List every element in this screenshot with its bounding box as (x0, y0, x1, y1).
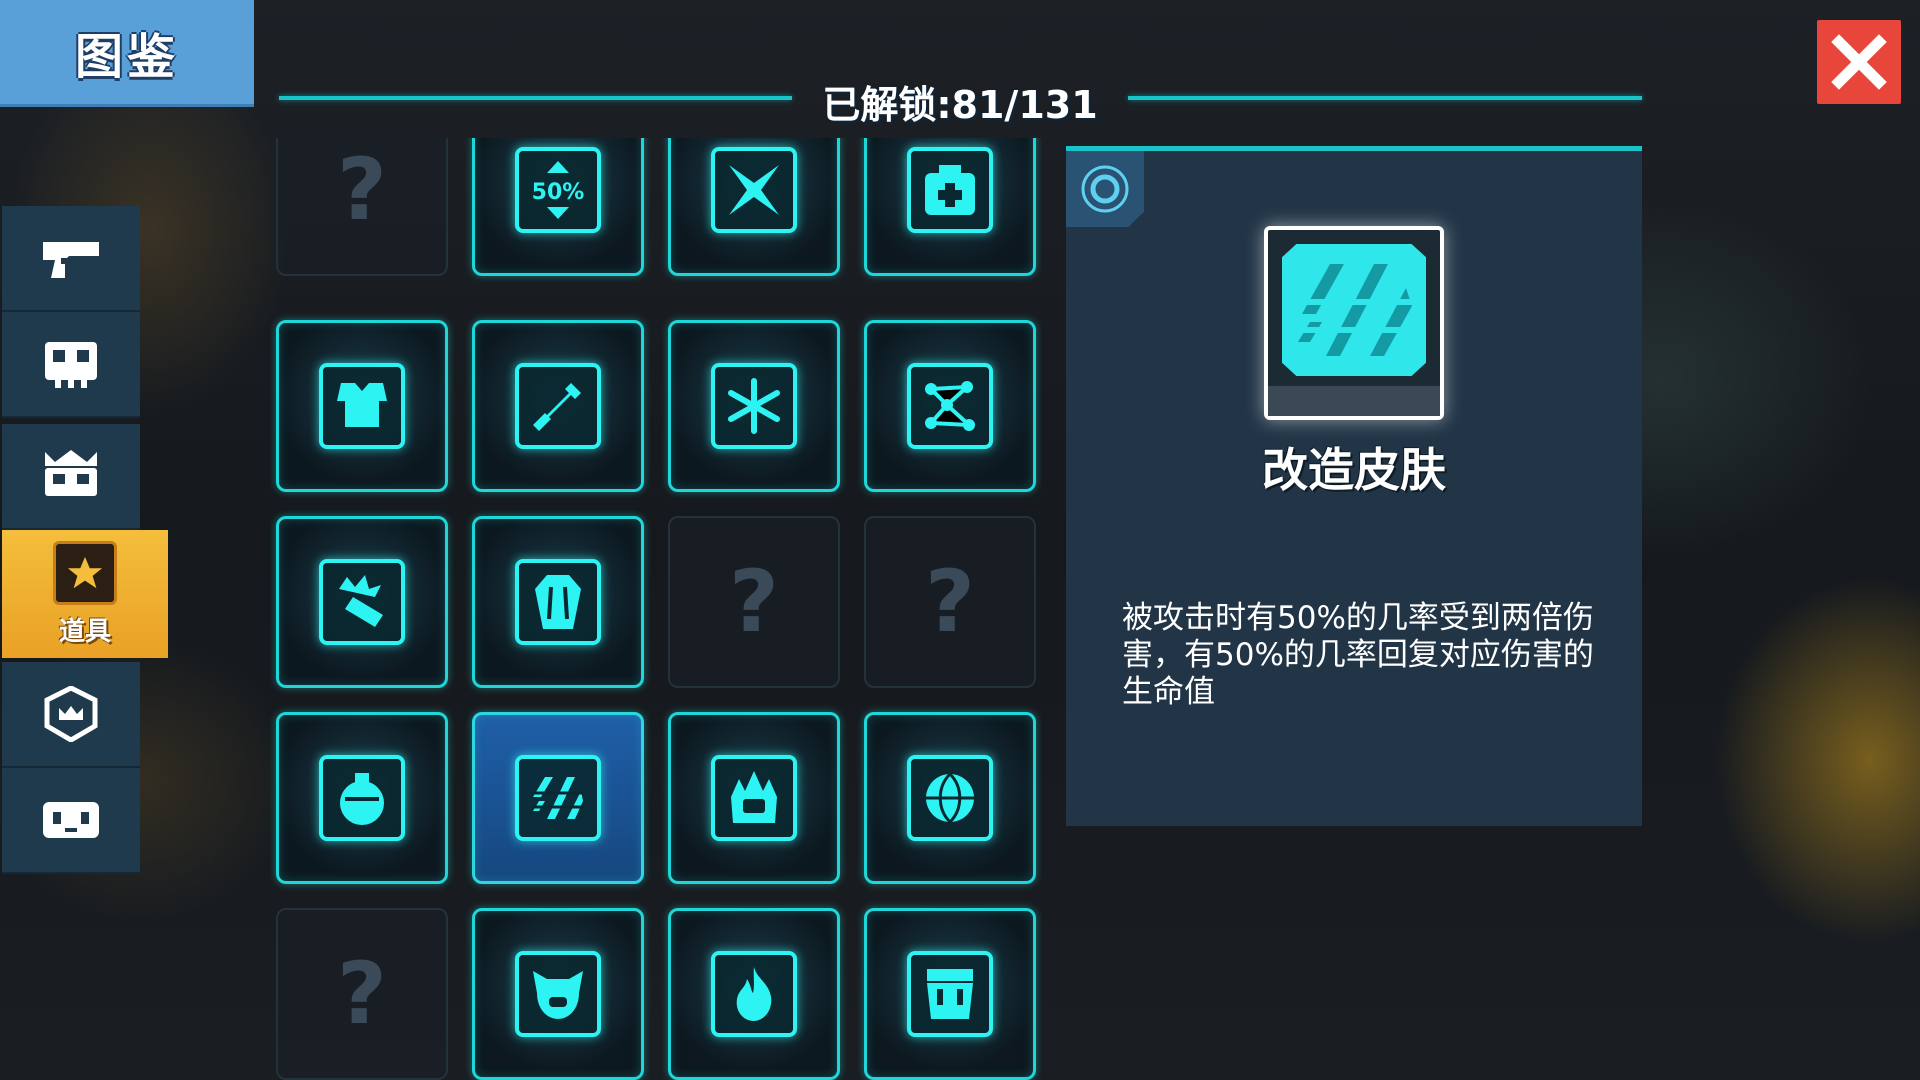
grid-cell-locked[interactable]: ? (668, 516, 840, 688)
sidebar-item-heroes[interactable] (2, 768, 140, 874)
syringe-icon (515, 363, 601, 449)
fire-icon (711, 951, 797, 1037)
target-ring-icon (1081, 165, 1129, 213)
sidebar-item-enemies[interactable] (2, 312, 140, 418)
grid-cell-locked[interactable]: ? (276, 138, 448, 276)
item-name: 改造皮肤 (1262, 443, 1446, 497)
helmet-icon (43, 802, 99, 838)
grid-cell[interactable] (276, 712, 448, 884)
sidebar-item-titles[interactable] (2, 662, 140, 768)
half-percent-icon: 50% (515, 147, 601, 233)
grid-cell[interactable] (864, 908, 1036, 1080)
grid-cell-locked[interactable]: ? (276, 908, 448, 1080)
skull-mask-icon (45, 342, 97, 388)
unlock-counter: 已解锁:81/131 (822, 82, 1098, 127)
grid-cell[interactable] (472, 516, 644, 688)
detail-corner-badge (1066, 151, 1144, 227)
striped-skin-icon (1282, 244, 1426, 376)
potion-flask-icon (319, 755, 405, 841)
snowflake-icon (711, 363, 797, 449)
grid-cell[interactable] (668, 908, 840, 1080)
item-description: 被攻击时有50%的几率受到两倍伤害，有50%的几率回复对应伤害的生命值 (1122, 600, 1594, 710)
striped-skin-icon (515, 755, 601, 841)
page-title: 图鉴 (74, 29, 179, 85)
header-line-left (279, 96, 792, 100)
sidebar-item-label: 道具 (58, 616, 111, 647)
detail-item-base (1268, 386, 1440, 416)
basketball-icon (907, 755, 993, 841)
detail-panel-topline (1066, 146, 1642, 151)
close-button[interactable] (1817, 20, 1901, 104)
explosive-shell-icon (319, 559, 405, 645)
grid-cell[interactable]: 50% (472, 138, 644, 276)
grid-cell[interactable] (668, 320, 840, 492)
grid-cell[interactable] (864, 712, 1036, 884)
crowned-skull-icon (45, 450, 97, 496)
question-mark-icon: ? (337, 944, 387, 1044)
medkit-icon (907, 147, 993, 233)
sidebar-item-weapons[interactable] (2, 206, 140, 312)
half-percent-text: 50% (532, 180, 585, 205)
grid-cell-locked[interactable]: ? (864, 516, 1036, 688)
sidebar-item-items[interactable]: 道具 (2, 530, 168, 658)
grid-cell[interactable] (472, 320, 644, 492)
grid-cell[interactable] (668, 138, 840, 276)
page-title-tab: 图鉴 (0, 0, 254, 107)
coffin-icon (515, 559, 601, 645)
shield-crown-icon (44, 686, 98, 742)
grid-cell[interactable] (864, 320, 1036, 492)
item-grid: ? 50% ? ? ? (270, 138, 1042, 1080)
header-line-right (1128, 96, 1642, 100)
grid-cell[interactable] (276, 320, 448, 492)
grid-cell-selected[interactable] (472, 712, 644, 884)
grid-cell[interactable] (276, 516, 448, 688)
armor-vest-icon (319, 363, 405, 449)
network-nodes-icon (907, 363, 993, 449)
detail-item-frame (1264, 226, 1444, 420)
question-mark-icon: ? (337, 140, 387, 240)
pig-face-icon (515, 951, 601, 1037)
shuriken-icon (711, 147, 797, 233)
sidebar-item-bosses[interactable] (2, 424, 140, 530)
star-icon (67, 556, 103, 588)
close-icon (1831, 34, 1887, 90)
flame-helmet-icon (711, 755, 797, 841)
star-icon-box (53, 540, 117, 605)
grid-cell[interactable] (668, 712, 840, 884)
grid-cell[interactable] (472, 908, 644, 1080)
grid-cell[interactable] (864, 138, 1036, 276)
question-mark-icon: ? (729, 552, 779, 652)
backpack-icon (907, 951, 993, 1037)
pistol-icon (43, 242, 99, 278)
question-mark-icon: ? (925, 552, 975, 652)
